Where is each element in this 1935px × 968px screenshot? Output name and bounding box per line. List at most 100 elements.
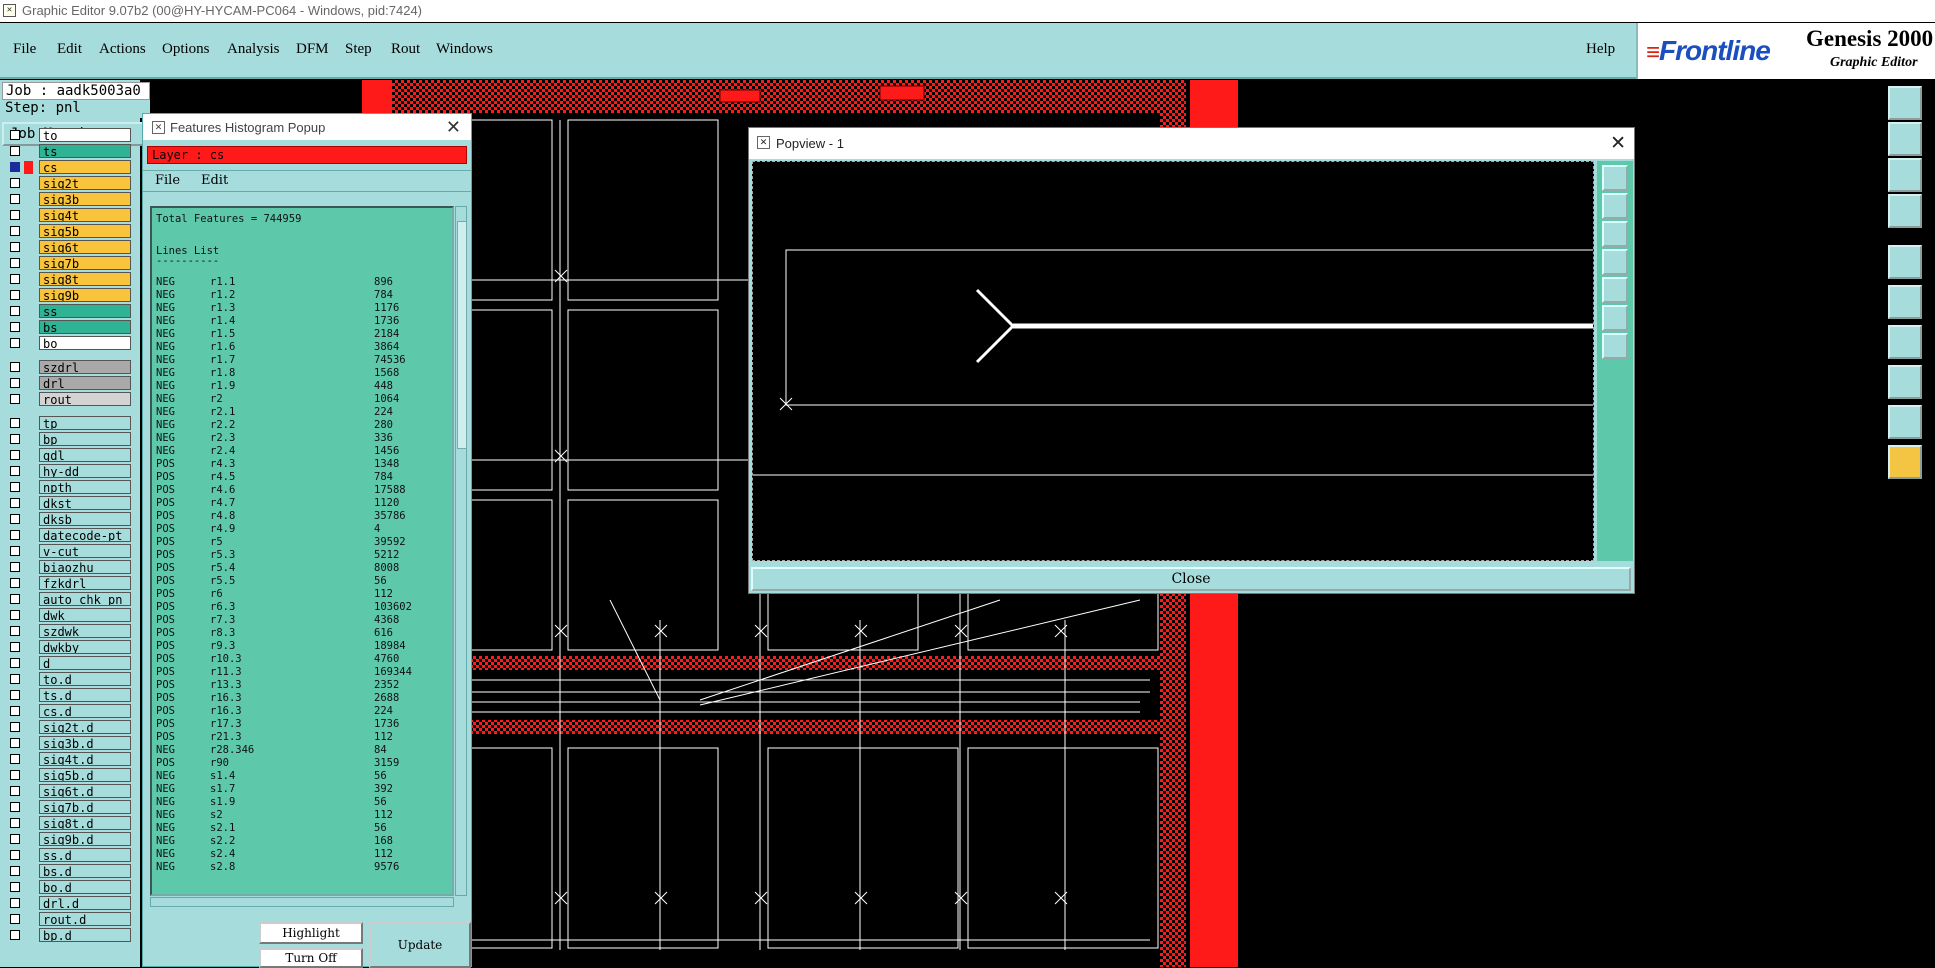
layer-name[interactable]: bp <box>39 432 131 446</box>
layer-name[interactable]: cs.d <box>39 704 131 718</box>
layer-name[interactable]: dwkby <box>39 640 131 654</box>
layer-checkbox[interactable] <box>10 658 20 668</box>
layer-checkbox[interactable] <box>10 362 20 372</box>
close-icon[interactable]: ✕ <box>446 117 461 138</box>
layer-checkbox[interactable] <box>10 466 20 476</box>
pointer-tool-icon[interactable] <box>1888 445 1922 479</box>
layer-row[interactable]: dksb <box>8 512 131 526</box>
layer-checkbox[interactable] <box>10 834 20 844</box>
scroll-thumb[interactable] <box>457 221 467 449</box>
layer-row[interactable]: sig8t.d <box>8 816 131 830</box>
layer-checkbox[interactable] <box>10 770 20 780</box>
layer-row[interactable]: cs.d <box>8 704 131 718</box>
tool-fit-icon[interactable] <box>1888 158 1922 192</box>
layer-row[interactable]: sig6t <box>8 240 131 254</box>
layer-name[interactable]: bs.d <box>39 864 131 878</box>
popview-pan-up-icon[interactable] <box>1602 193 1628 219</box>
layer-row[interactable]: bp <box>8 432 131 446</box>
layer-name[interactable]: sig5b.d <box>39 768 131 782</box>
layer-checkbox[interactable] <box>10 394 20 404</box>
layer-checkbox[interactable] <box>10 626 20 636</box>
layer-row[interactable]: sig3b.d <box>8 736 131 750</box>
tool-snap-icon[interactable] <box>1888 245 1922 279</box>
layer-name[interactable]: sig6t.d <box>39 784 131 798</box>
popview-close-button[interactable]: Close <box>751 567 1631 591</box>
layer-row[interactable]: rout.d <box>8 912 131 926</box>
layer-name[interactable]: bs <box>39 320 131 334</box>
layer-name[interactable]: sig8t <box>39 272 131 286</box>
layer-row[interactable]: bs.d <box>8 864 131 878</box>
layer-checkbox[interactable] <box>10 674 20 684</box>
layer-checkbox[interactable] <box>10 738 20 748</box>
close-icon[interactable]: ✕ <box>1610 132 1626 155</box>
menu-edit[interactable]: Edit <box>57 41 82 58</box>
layer-checkbox[interactable] <box>10 802 20 812</box>
layer-checkbox[interactable] <box>10 210 20 220</box>
histogram-menu-file[interactable]: File <box>155 173 180 188</box>
layer-checkbox[interactable] <box>10 226 20 236</box>
popview-fit-icon[interactable] <box>1602 305 1628 331</box>
layer-checkbox[interactable] <box>10 594 20 604</box>
layer-name[interactable]: tp <box>39 416 131 430</box>
layer-row[interactable]: bo.d <box>8 880 131 894</box>
layer-checkbox[interactable] <box>10 690 20 700</box>
layer-row[interactable]: sig4t.d <box>8 752 131 766</box>
tool-angle-icon[interactable] <box>1888 325 1922 359</box>
layer-checkbox[interactable] <box>10 378 20 388</box>
menu-help[interactable]: Help <box>1586 41 1615 58</box>
menu-dfm[interactable]: DFM <box>296 41 329 58</box>
layer-checkbox[interactable] <box>10 146 20 156</box>
layer-checkbox[interactable] <box>10 274 20 284</box>
layer-row[interactable]: sig5b <box>8 224 131 238</box>
popview-pan-right-icon[interactable] <box>1602 277 1628 303</box>
layer-name[interactable]: to <box>39 128 131 142</box>
menu-options[interactable]: Options <box>162 41 210 58</box>
layer-name[interactable]: sig4t.d <box>39 752 131 766</box>
layer-checkbox[interactable] <box>10 898 20 908</box>
layer-checkbox[interactable] <box>10 178 20 188</box>
layer-row[interactable]: ts.d <box>8 688 131 702</box>
histogram-vscrollbar[interactable] <box>455 206 467 896</box>
popview-canvas[interactable] <box>752 161 1607 561</box>
histogram-list[interactable]: Total Features = 744959 Lines List -----… <box>150 206 454 896</box>
layer-checkbox[interactable] <box>10 930 20 940</box>
tool-left-icon[interactable] <box>1888 122 1922 156</box>
layer-checkbox[interactable] <box>10 498 20 508</box>
popview-pan-left-icon[interactable] <box>1602 249 1628 275</box>
layer-row[interactable]: ss.d <box>8 848 131 862</box>
layer-row[interactable]: sig9b.d <box>8 832 131 846</box>
layer-name[interactable]: fzkdrl <box>39 576 131 590</box>
layer-name[interactable]: szdrl <box>39 360 131 374</box>
layer-row[interactable]: biaozhu <box>8 560 131 574</box>
layer-row[interactable]: sig7b <box>8 256 131 270</box>
layer-name[interactable]: sig7b <box>39 256 131 270</box>
histogram-hscrollbar[interactable] <box>150 897 454 907</box>
layer-checkbox[interactable] <box>10 130 20 140</box>
layer-checkbox[interactable] <box>10 914 20 924</box>
layer-checkbox[interactable] <box>10 418 20 428</box>
layer-checkbox[interactable] <box>10 818 20 828</box>
layer-checkbox[interactable] <box>10 290 20 300</box>
layer-checkbox[interactable] <box>10 722 20 732</box>
layer-row[interactable]: rout <box>8 392 131 406</box>
layer-row[interactable]: sig2t.d <box>8 720 131 734</box>
layer-name[interactable]: hy-dd <box>39 464 131 478</box>
layer-row[interactable]: szdrl <box>8 360 131 374</box>
layer-name[interactable]: rout.d <box>39 912 131 926</box>
histogram-menu-edit[interactable]: Edit <box>201 173 228 188</box>
layer-row[interactable]: dwk <box>8 608 131 622</box>
layer-checkbox[interactable] <box>10 610 20 620</box>
layer-name[interactable]: gdl <box>39 448 131 462</box>
turn-off-button[interactable]: Turn Off <box>259 948 363 968</box>
tool-triangle-icon[interactable] <box>1888 405 1922 439</box>
layer-row[interactable]: drl.d <box>8 896 131 910</box>
layer-row[interactable]: datecode-pt <box>8 528 131 542</box>
layer-name[interactable]: sig2t.d <box>39 720 131 734</box>
layer-row[interactable]: szdwk <box>8 624 131 638</box>
layer-checkbox[interactable] <box>10 754 20 764</box>
layer-checkbox[interactable] <box>10 882 20 892</box>
layer-name[interactable]: cs <box>39 160 131 174</box>
layer-name[interactable]: sig7b.d <box>39 800 131 814</box>
layer-row[interactable]: v-cut <box>8 544 131 558</box>
layer-name[interactable]: szdwk <box>39 624 131 638</box>
